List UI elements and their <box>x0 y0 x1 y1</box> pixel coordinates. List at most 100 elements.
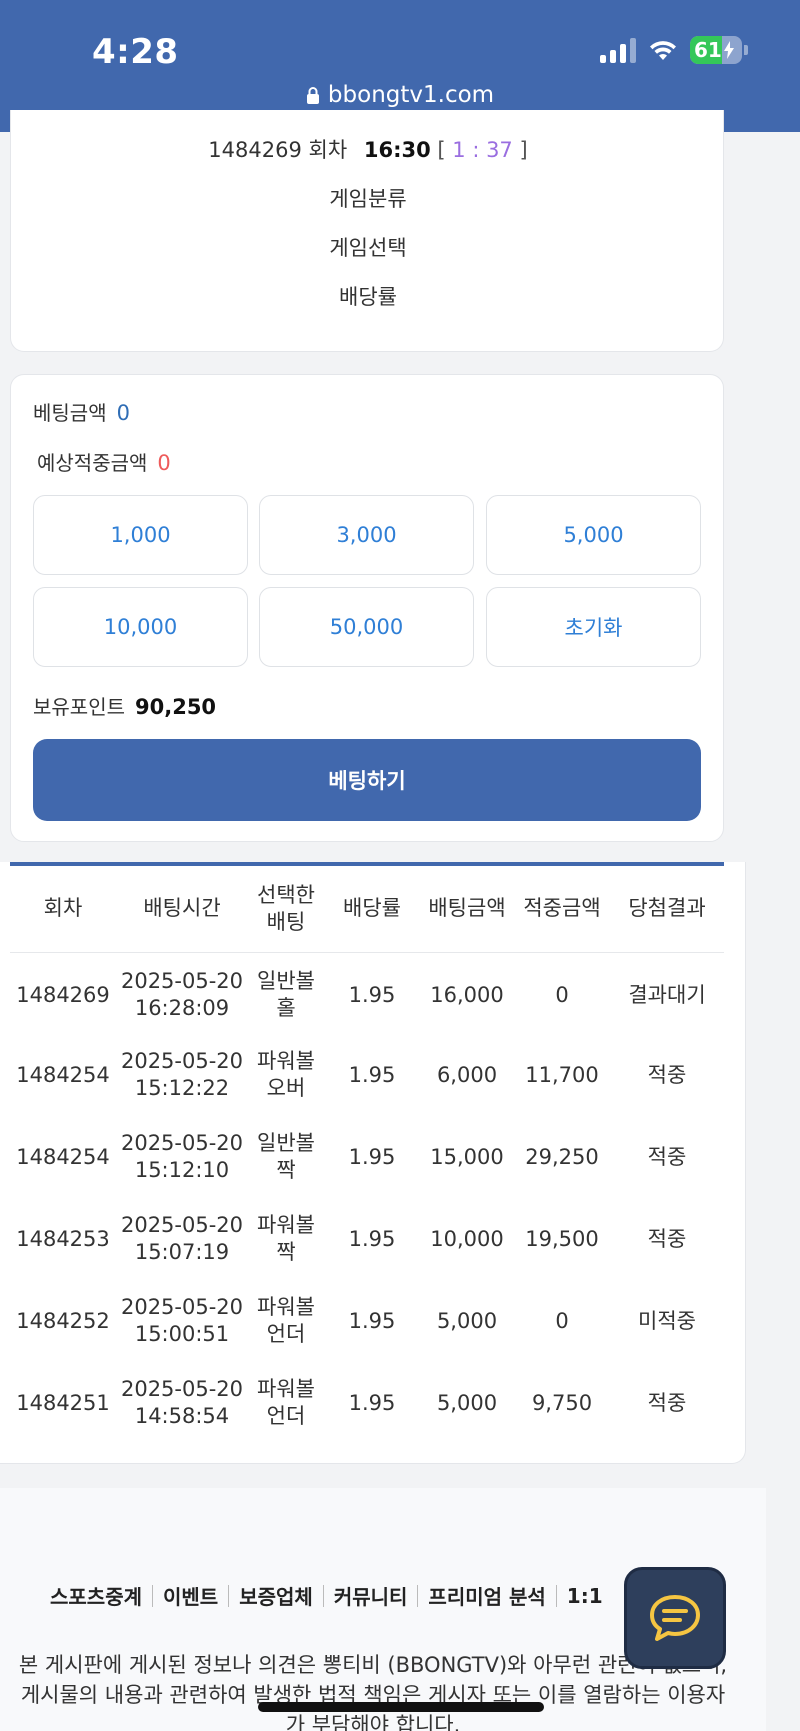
expected-win-row: 예상적중금액 0 <box>37 447 171 476</box>
result-cell: 적중 <box>647 1062 687 1087</box>
expected-win-label: 예상적중금액 <box>37 451 148 475</box>
chat-button[interactable] <box>624 1567 726 1669</box>
pick-cell: 일반볼홀 <box>257 969 315 1021</box>
bet-amount-cell: 10,000 <box>430 1226 504 1251</box>
home-indicator <box>258 1702 544 1712</box>
bet-amount-cell: 16,000 <box>430 982 504 1007</box>
bet-amount-value: 0 <box>116 401 130 425</box>
footer-link-verified[interactable]: 보증업체 <box>239 1581 313 1610</box>
odds-cell: 1.95 <box>348 1390 396 1415</box>
place-bet-button[interactable]: 베팅하기 <box>33 739 701 821</box>
bet-time: 15:07:19 <box>134 1240 230 1264</box>
odds-cell: 1.95 <box>348 1308 396 1333</box>
footer-link-event[interactable]: 이벤트 <box>163 1581 218 1610</box>
battery-level: 61 <box>694 38 722 62</box>
bet-date: 2025-05-20 <box>120 1213 244 1237</box>
result-cell: 적중 <box>647 1144 687 1169</box>
footer-links: 스포츠중계 이벤트 보증업체 커뮤니티 프리미엄 분석 1:1 <box>50 1581 603 1610</box>
table-row: 1484251 2025-05-20 14:58:54 파워볼언더 1.95 5,000 9… <box>10 1362 724 1444</box>
round-number: 1484269 <box>208 138 302 162</box>
points-label: 보유포인트 <box>33 695 125 719</box>
bet-history-section: 회차 배팅시간 선택한배팅 배당률 배팅금액 적중금액 당첨결과 1484269… <box>0 862 746 1464</box>
win-amount-cell: 9,750 <box>531 1390 593 1415</box>
points-value: 90,250 <box>135 695 217 719</box>
odds-cell: 1.95 <box>348 1226 396 1251</box>
chat-bubble-icon <box>650 1595 700 1641</box>
countdown: 1 : 37 <box>452 138 513 162</box>
odds-cell: 1.95 <box>348 982 396 1007</box>
amount-button-10000[interactable]: 10,000 <box>33 587 248 667</box>
win-amount-cell: 29,250 <box>525 1144 599 1169</box>
bet-time: 14:58:54 <box>134 1404 230 1428</box>
round-cell: 1484254 <box>16 1144 110 1169</box>
bet-amount-row: 베팅금액 0 <box>33 397 130 426</box>
reset-button[interactable]: 초기화 <box>486 587 701 667</box>
round-line: 1484269 회차 16:30 [ 1 : 37 ] <box>208 138 528 162</box>
bet-time-cell: 2025-05-20 15:12:10 <box>116 1116 248 1198</box>
bet-time: 15:00:51 <box>134 1322 230 1346</box>
bet-amount-label: 베팅금액 <box>33 401 107 425</box>
table-row: 1484253 2025-05-20 15:07:19 파워볼짝 1.95 10,000 1… <box>10 1198 724 1280</box>
status-icons: 61 <box>600 36 748 64</box>
bet-time-cell: 2025-05-20 14:58:54 <box>116 1362 248 1444</box>
url-text: bbongtv1.com <box>327 82 495 108</box>
bet-history-table: 회차 배팅시간 선택한배팅 배당률 배팅금액 적중금액 당첨결과 1484269… <box>10 866 724 1444</box>
bet-date: 2025-05-20 <box>120 1049 244 1073</box>
odds-cell: 1.95 <box>348 1062 396 1087</box>
bet-date: 2025-05-20 <box>120 969 244 994</box>
bet-amount-cell: 6,000 <box>436 1062 498 1087</box>
header-odds: 배당률 <box>324 866 420 953</box>
table-row: 1484252 2025-05-20 15:00:51 파워볼언더 1.95 5,000 0… <box>10 1280 724 1362</box>
battery-icon: 61 <box>690 36 748 64</box>
game-info-card: 1484269 회차 16:30 [ 1 : 37 ] 게임분류 게임선택 배당… <box>10 110 724 352</box>
bet-time-cell: 2025-05-20 15:07:19 <box>116 1198 248 1280</box>
win-amount-cell: 11,700 <box>525 1062 599 1087</box>
bet-date: 2025-05-20 <box>120 1131 244 1155</box>
result-cell: 적중 <box>647 1390 687 1415</box>
bet-time-cell: 2025-05-20 15:00:51 <box>116 1280 248 1362</box>
footer-link-community[interactable]: 커뮤니티 <box>334 1581 408 1610</box>
pick-cell: 파워볼오버 <box>257 1049 315 1100</box>
header-pick: 선택한배팅 <box>248 866 324 953</box>
footer-link-sports[interactable]: 스포츠중계 <box>50 1581 142 1610</box>
header-bet-time: 배팅시간 <box>116 866 248 953</box>
pick-cell: 파워볼짝 <box>257 1213 315 1264</box>
amount-button-1000[interactable]: 1,000 <box>33 495 248 575</box>
round-cell: 1484252 <box>16 1308 110 1333</box>
result-cell: 미적중 <box>638 1308 696 1333</box>
pick-cell: 파워볼언더 <box>257 1295 315 1346</box>
header-win-amount: 적중금액 <box>514 866 610 953</box>
bet-amount-cell: 5,000 <box>436 1308 498 1333</box>
address-bar[interactable]: bbongtv1.com <box>0 82 800 108</box>
bet-time-cell: 2025-05-20 15:12:22 <box>116 1034 248 1116</box>
amount-button-50000[interactable]: 50,000 <box>259 587 474 667</box>
bet-time: 15:12:10 <box>134 1158 230 1182</box>
round-cell: 1484253 <box>16 1226 110 1251</box>
bet-date: 2025-05-20 <box>120 1377 244 1401</box>
header-bet-amount: 배팅금액 <box>420 866 514 953</box>
footer-link-support[interactable]: 1:1 <box>567 1584 603 1608</box>
page-gutter <box>746 132 766 1488</box>
bet-time-cell: 2025-05-20 16:28:09 <box>116 952 248 1034</box>
header-result: 당첨결과 <box>610 866 724 953</box>
table-row: 1484269 2025-05-20 16:28:09 일반볼홀 1.95 16,000 0… <box>10 952 724 1034</box>
bet-panel: 베팅금액 0 예상적중금액 0 1,000 3,000 5,000 10,000 5… <box>10 374 724 842</box>
win-amount-cell: 0 <box>555 1308 569 1333</box>
table-row: 1484254 2025-05-20 15:12:22 파워볼오버 1.95 6,000 1… <box>10 1034 724 1116</box>
bet-date: 2025-05-20 <box>120 1295 244 1319</box>
round-cell: 1484269 <box>16 982 110 1007</box>
pick-cell: 일반볼짝 <box>257 1131 315 1182</box>
result-cell: 결과대기 <box>628 982 706 1007</box>
round-time: 16:30 <box>363 138 431 162</box>
cellular-signal-icon <box>600 37 636 63</box>
amount-button-3000[interactable]: 3,000 <box>259 495 474 575</box>
odds-label: 배당률 <box>339 285 397 309</box>
bet-amount-cell: 15,000 <box>430 1144 504 1169</box>
bet-time: 16:28:09 <box>134 996 230 1021</box>
win-amount-cell: 0 <box>555 982 569 1007</box>
amount-button-5000[interactable]: 5,000 <box>486 495 701 575</box>
round-cell: 1484254 <box>16 1062 110 1087</box>
table-header-row: 회차 배팅시간 선택한배팅 배당률 배팅금액 적중금액 당첨결과 <box>10 866 724 953</box>
odds-cell: 1.95 <box>348 1144 396 1169</box>
footer-link-premium[interactable]: 프리미엄 분석 <box>428 1581 545 1610</box>
